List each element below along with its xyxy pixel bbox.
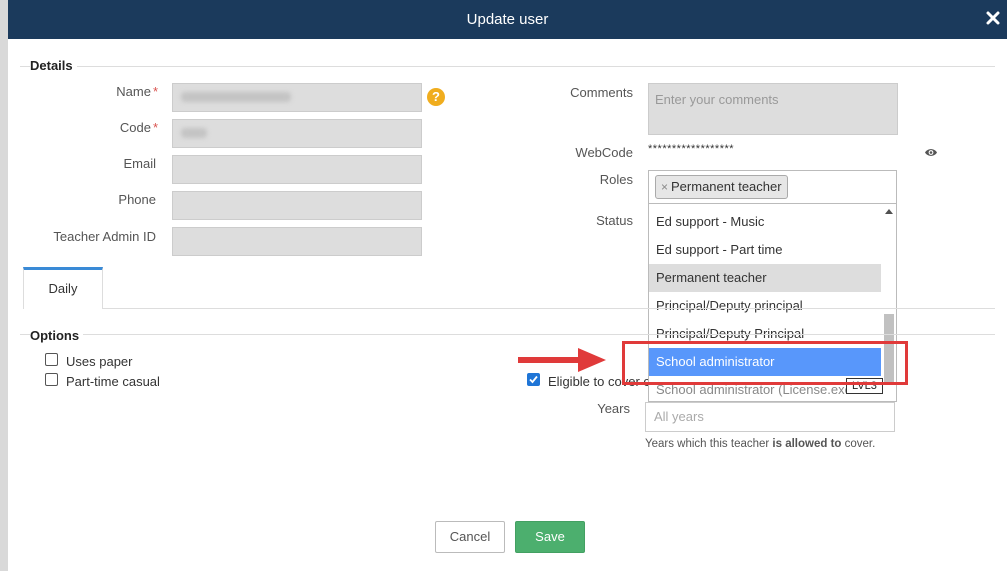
years-input[interactable]: All years: [645, 402, 895, 432]
name-field[interactable]: [172, 83, 422, 112]
uses-paper-checkbox[interactable]: [45, 353, 58, 366]
scroll-up-icon[interactable]: [885, 208, 893, 214]
email-label: Email: [123, 156, 156, 171]
details-section-label: Details: [30, 58, 77, 73]
role-chip[interactable]: × Permanent teacher: [655, 175, 788, 199]
chip-remove-icon[interactable]: ×: [661, 180, 668, 194]
redacted-value: [181, 92, 291, 102]
comments-input[interactable]: [648, 83, 898, 135]
help-icon[interactable]: ?: [427, 88, 445, 106]
webcode-label: WebCode: [575, 145, 633, 160]
close-icon[interactable]: [985, 10, 1001, 26]
highlight-box: [622, 341, 908, 385]
options-section-label: Options: [30, 328, 84, 343]
comments-label: Comments: [570, 85, 633, 100]
code-label: Code *: [119, 120, 158, 135]
name-label: Name *: [116, 84, 158, 99]
years-hint: Years which this teacher is allowed to c…: [645, 438, 876, 450]
tab-bar-divider: [103, 308, 995, 309]
required-marker: *: [152, 84, 158, 99]
redacted-value: [181, 128, 207, 138]
phone-label: Phone: [118, 192, 156, 207]
email-field[interactable]: [172, 155, 422, 184]
checkmark-icon: [529, 375, 538, 384]
part-time-casual-checkbox[interactable]: [45, 373, 58, 386]
dialog-title: Update user: [466, 11, 549, 28]
arrow-right-icon: [518, 348, 606, 372]
role-option[interactable]: Principal/Deputy principal: [649, 292, 881, 320]
role-option[interactable]: Ed support - Part time: [649, 236, 881, 264]
role-chip-label: Permanent teacher: [671, 179, 782, 194]
phone-field[interactable]: [172, 191, 422, 220]
update-user-dialog: Update user Details Name * ? Code * Email …: [8, 0, 1007, 571]
details-divider: [20, 66, 995, 67]
roles-multiselect[interactable]: × Permanent teacher: [648, 170, 897, 204]
webcode-value: ******************: [648, 143, 735, 155]
save-button[interactable]: Save: [515, 521, 585, 553]
uses-paper-label: Uses paper: [66, 354, 133, 369]
role-option[interactable]: Permanent teacher: [649, 264, 881, 292]
dialog-titlebar: Update user: [8, 0, 1007, 39]
role-option[interactable]: Ed support - Music: [649, 208, 881, 236]
teacher-admin-id-field[interactable]: [172, 227, 422, 256]
required-marker: *: [152, 120, 158, 135]
options-divider: [20, 334, 995, 335]
years-label: Years: [597, 401, 630, 416]
status-label: Status: [596, 213, 633, 228]
teacher-admin-id-label: Teacher Admin ID: [53, 229, 156, 244]
part-time-casual-label: Part-time casual: [66, 374, 160, 389]
cancel-button[interactable]: Cancel: [435, 521, 505, 553]
eye-icon[interactable]: [924, 147, 938, 158]
tab-daily[interactable]: Daily: [23, 267, 103, 309]
code-field[interactable]: [172, 119, 422, 148]
roles-label: Roles: [599, 172, 633, 187]
